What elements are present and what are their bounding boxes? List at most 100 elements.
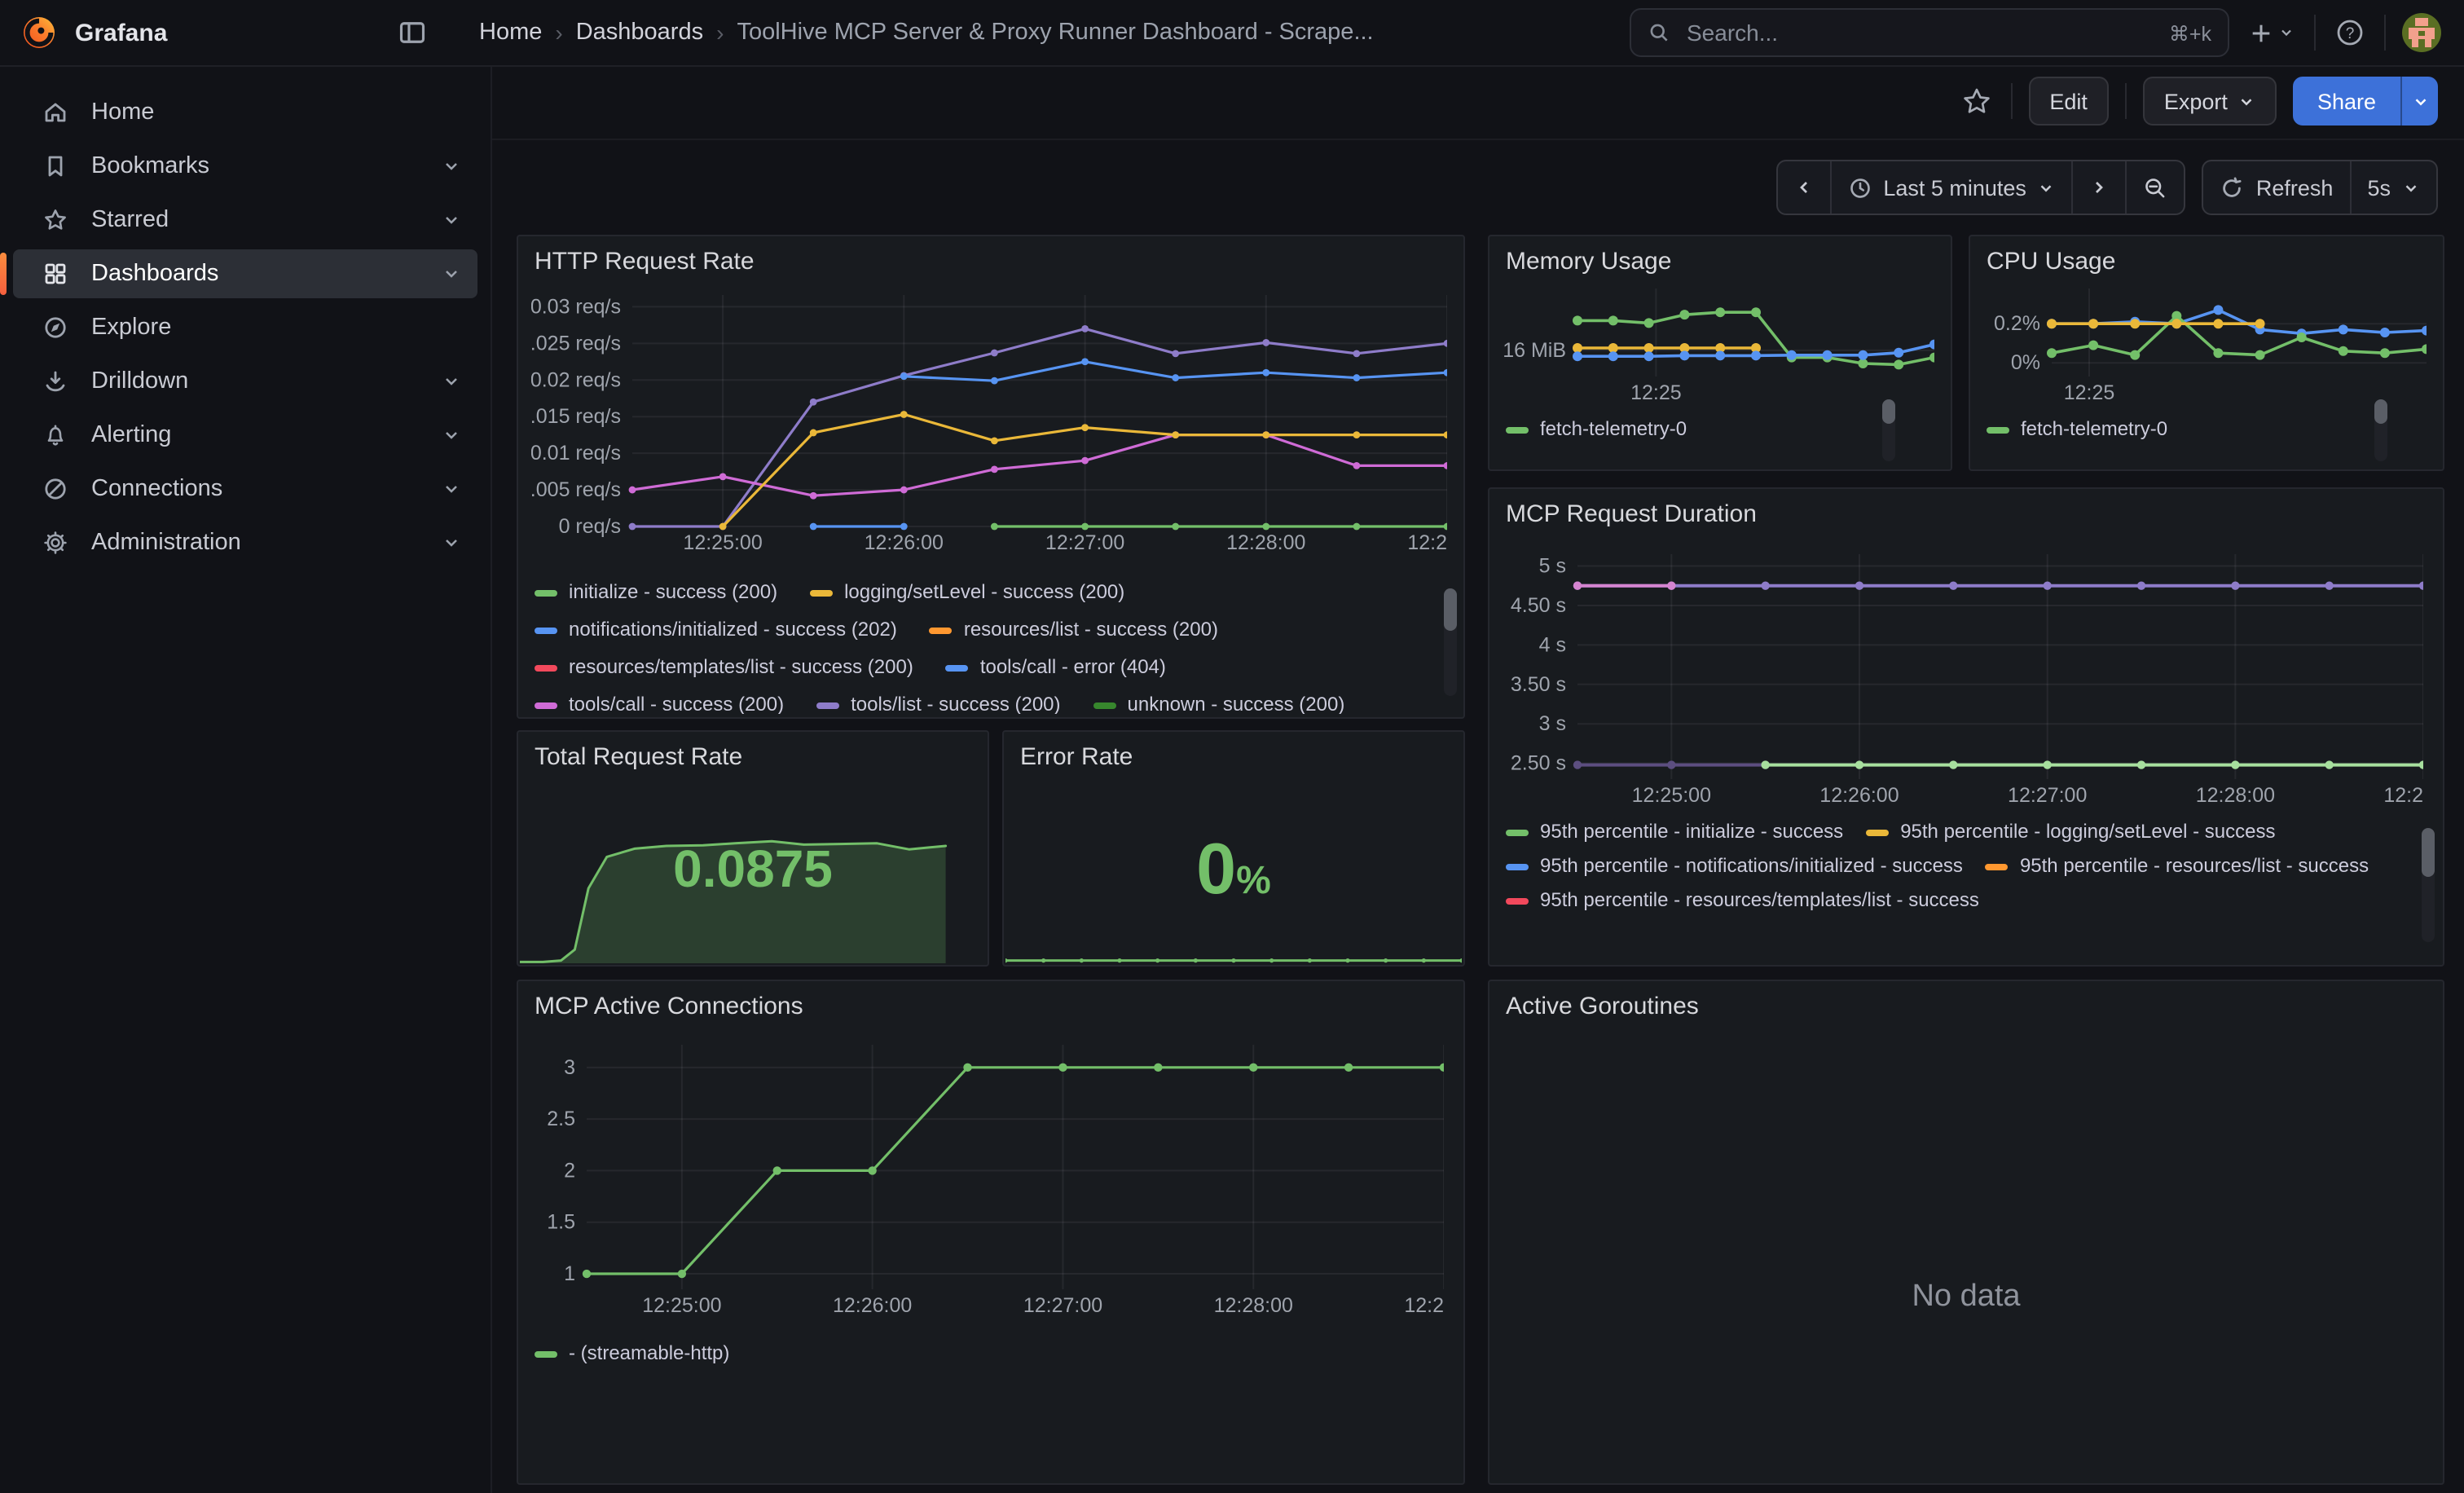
svg-text:2: 2	[564, 1159, 575, 1182]
legend-swatch	[1506, 426, 1529, 433]
refresh-button[interactable]: Refresh	[2204, 161, 2350, 214]
zoom-out-button[interactable]	[2126, 161, 2185, 214]
legend-item[interactable]: resources/templates/list - success (200)	[535, 657, 913, 678]
favorite-star-button[interactable]	[1958, 83, 1994, 119]
sidebar-item-label: Administration	[91, 530, 241, 556]
sidebar-item-starred[interactable]: Starred	[13, 196, 477, 244]
legend-item[interactable]: notifications/initialized - success (202…	[535, 619, 897, 641]
legend-item[interactable]: fetch-telemetry-0	[1506, 419, 1687, 440]
legend-swatch	[1987, 426, 2009, 433]
cpu-usage-chart[interactable]: 12:250.2%0%	[1980, 288, 2427, 406]
sidebar: Home Bookmarks Starred	[0, 65, 492, 1493]
grafana-logo-icon[interactable]	[20, 13, 59, 52]
legend-item[interactable]: 95th percentile - resources/templates/li…	[1506, 890, 1979, 911]
share-button[interactable]: Share	[2293, 77, 2400, 126]
legend-swatch	[1093, 702, 1116, 708]
sidebar-item-label: Explore	[91, 315, 171, 341]
mcp-request-duration-chart[interactable]: 12:25:0012:26:0012:27:0012:28:0012:29:00…	[1503, 554, 2423, 812]
legend-swatch	[1866, 829, 1889, 835]
memory-usage-chart[interactable]: 12:2516 MiB	[1499, 288, 1934, 406]
sidebar-item-label: Drilldown	[91, 368, 188, 394]
edit-button[interactable]: Edit	[2028, 77, 2109, 126]
svg-text:12:28:00: 12:28:00	[1214, 1294, 1293, 1317]
http-request-rate-chart[interactable]: 12:25:0012:26:0012:27:0012:28:0012:29:00…	[531, 295, 1447, 559]
panel-title[interactable]: CPU Usage	[1987, 248, 2115, 275]
help-button[interactable]: ?	[2332, 15, 2368, 51]
legend-item[interactable]: tools/call - success (200)	[535, 694, 784, 714]
bell-icon	[42, 422, 68, 448]
legend-item[interactable]: tools/call - error (404)	[946, 657, 1166, 678]
panel-title[interactable]: HTTP Request Rate	[535, 248, 755, 275]
chevron-down-icon[interactable]	[442, 156, 461, 176]
chevron-down-icon[interactable]	[442, 210, 461, 230]
legend-item[interactable]: 95th percentile - resources/list - succe…	[1986, 856, 2369, 877]
legend-item[interactable]: initialize - success (200)	[535, 582, 777, 603]
add-button[interactable]	[2246, 17, 2298, 48]
legend-item[interactable]: 95th percentile - initialize - success	[1506, 821, 1843, 843]
refresh-interval-picker[interactable]: 5s	[2349, 161, 2436, 214]
legend-scrollbar	[2374, 399, 2387, 461]
panel-title[interactable]: Active Goroutines	[1506, 993, 1699, 1020]
svg-text:16 MiB: 16 MiB	[1503, 339, 1566, 362]
legend-item[interactable]: 95th percentile - notifications/initiali…	[1506, 856, 1963, 877]
share-menu-button[interactable]	[2400, 77, 2438, 126]
user-avatar[interactable]	[2402, 13, 2441, 52]
clock-icon	[1847, 175, 1872, 200]
chevron-down-icon[interactable]	[442, 533, 461, 553]
refresh-label: Refresh	[2256, 175, 2334, 200]
time-forward-button[interactable]	[2072, 161, 2126, 214]
svg-text:12:29:00: 12:29:00	[1407, 531, 1447, 554]
legend-item[interactable]: resources/list - success (200)	[930, 619, 1218, 641]
panel-title[interactable]: MCP Active Connections	[535, 993, 803, 1020]
legend-item[interactable]: - (streamable-http)	[535, 1343, 729, 1364]
time-range-picker[interactable]: Last 5 minutes	[1829, 161, 2072, 214]
panel-title[interactable]: MCP Request Duration	[1506, 500, 1757, 528]
legend-item[interactable]: unknown - success (200)	[1093, 694, 1345, 714]
panel-title[interactable]: Error Rate	[1020, 743, 1133, 771]
sidebar-toggle-icon[interactable]	[398, 18, 427, 47]
error-rate-value: 0%	[1004, 830, 1463, 911]
sidebar-item-drilldown[interactable]: Drilldown	[13, 357, 477, 406]
sidebar-item-home[interactable]: Home	[13, 88, 477, 137]
error-rate-number: 0	[1196, 830, 1236, 909]
panel-cpu-usage: CPU Usage 12:250.2%0% fetch-telemetry-0	[1969, 235, 2444, 471]
chevron-down-icon[interactable]	[442, 372, 461, 391]
panel-title[interactable]: Memory Usage	[1506, 248, 1671, 275]
export-button[interactable]: Export	[2143, 77, 2277, 126]
panel-title[interactable]: Total Request Rate	[535, 743, 742, 771]
breadcrumb-dashboards[interactable]: Dashboards	[576, 20, 703, 46]
legend-item[interactable]: logging/setLevel - success (200)	[810, 582, 1124, 603]
legend-item[interactable]: fetch-telemetry-0	[1987, 419, 2167, 440]
time-back-button[interactable]	[1777, 161, 1829, 214]
sidebar-item-bookmarks[interactable]: Bookmarks	[13, 142, 477, 191]
share-split-button: Share	[2293, 77, 2438, 126]
sidebar-item-dashboards[interactable]: Dashboards	[13, 249, 477, 298]
legend-item[interactable]: tools/list - success (200)	[816, 694, 1060, 714]
svg-text:0%: 0%	[2011, 351, 2040, 374]
legend-scrollbar-thumb[interactable]	[1444, 588, 1457, 631]
svg-text:12:25:00: 12:25:00	[683, 531, 762, 554]
sidebar-item-explore[interactable]: Explore	[13, 303, 477, 352]
mcp-active-connections-chart[interactable]: 12:25:0012:26:0012:27:0012:28:0012:29:00…	[531, 1045, 1444, 1319]
search-input[interactable]	[1683, 18, 2156, 47]
sidebar-item-connections[interactable]: Connections	[13, 465, 477, 513]
legend-item[interactable]: 95th percentile - logging/setLevel - suc…	[1866, 821, 2275, 843]
home-icon	[42, 99, 68, 126]
search-shortcut: ⌘+k	[2169, 20, 2211, 45]
legend-scrollbar-thumb[interactable]	[2374, 399, 2387, 424]
legend-label: tools/list - success (200)	[851, 694, 1060, 714]
legend-scrollbar-thumb[interactable]	[2422, 828, 2435, 877]
sidebar-item-label: Starred	[91, 207, 169, 233]
chevron-down-icon[interactable]	[442, 425, 461, 445]
svg-text:0.02 req/s: 0.02 req/s	[531, 368, 621, 391]
sidebar-item-alerting[interactable]: Alerting	[13, 411, 477, 460]
error-rate-sparkline[interactable]	[1005, 940, 1462, 963]
svg-text:12:26:00: 12:26:00	[833, 1294, 912, 1317]
breadcrumb-home[interactable]: Home	[479, 20, 542, 46]
chevron-down-icon[interactable]	[442, 264, 461, 284]
sidebar-item-administration[interactable]: Administration	[13, 518, 477, 567]
compass-icon	[42, 315, 68, 341]
search-box[interactable]: ⌘+k	[1630, 8, 2229, 57]
legend-scrollbar-thumb[interactable]	[1882, 399, 1895, 424]
chevron-down-icon[interactable]	[442, 479, 461, 499]
